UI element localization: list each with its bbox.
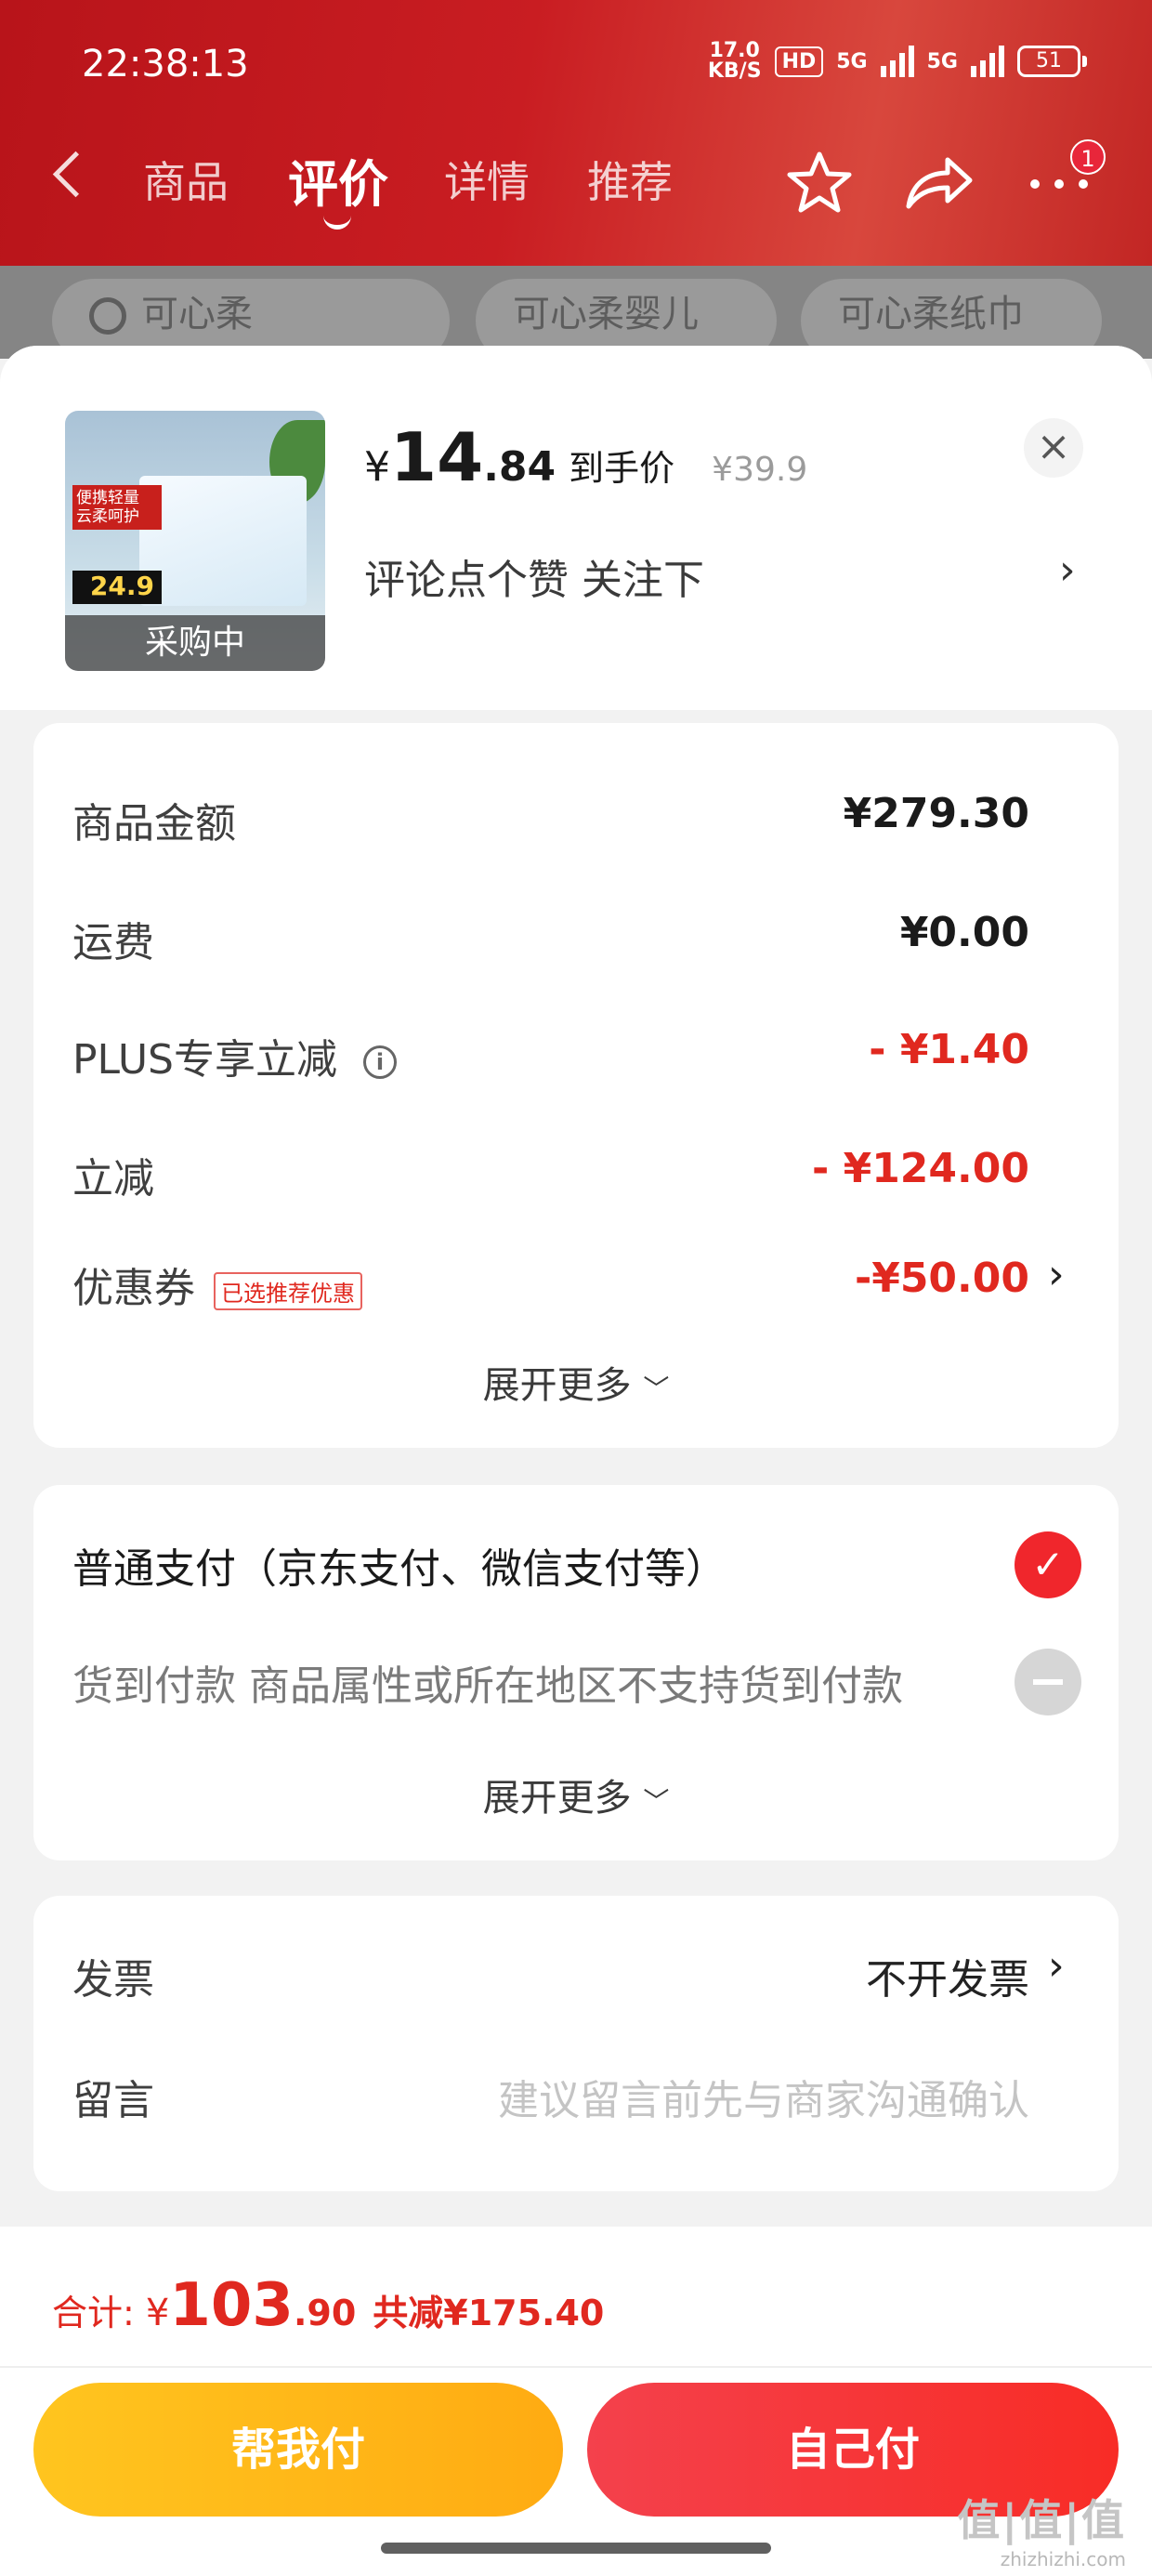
total-saved: 共减¥175.40	[373, 2293, 605, 2333]
chevron-down-icon: ﹀	[643, 1373, 670, 1404]
close-icon[interactable]: ×	[1024, 418, 1083, 478]
expand-more-button[interactable]: 展开更多 ﹀	[33, 1355, 1119, 1409]
info-icon[interactable]: i	[363, 1045, 397, 1079]
order-summary-card: 商品金额 ¥279.30 运费 ¥0.00 PLUS专享立减 i - ¥1.40 …	[33, 723, 1119, 1448]
original-price: ¥39.9	[712, 451, 808, 489]
share-icon[interactable]	[901, 149, 975, 216]
chevron-down-icon: ﹀	[643, 1786, 670, 1817]
network-speed: 17.0 KB/S	[707, 39, 762, 83]
payment-card: 普通支付（京东支付、微信支付等） ✓ 货到付款 商品属性或所在地区不支持货到付款…	[33, 1485, 1119, 1860]
tab-product[interactable]: 商品	[143, 149, 229, 210]
home-indicator[interactable]	[381, 2543, 771, 2554]
extras-card: 发票 不开发票 › 留言 建议留言前先与商家沟通确认	[33, 1896, 1119, 2191]
tab-reviews[interactable]: 评价	[288, 143, 388, 217]
help-pay-button[interactable]: 帮我付	[33, 2383, 563, 2517]
price-tag-label: 到手价	[569, 448, 675, 489]
chevron-right-icon[interactable]: ›	[1048, 1942, 1065, 1990]
row-invoice[interactable]: 发票 不开发票	[72, 1946, 1029, 2011]
product-header: 22:38:13 17.0 KB/S HD 5G 5G 51 商品 评价 详情 …	[0, 0, 1152, 266]
divider	[0, 2366, 1152, 2368]
product-package-image	[139, 476, 307, 606]
row-message[interactable]: 留言 建议留言前先与商家沟通确认	[72, 2067, 1029, 2132]
active-tab-indicator	[323, 210, 351, 230]
purchase-status: 采购中	[65, 615, 325, 671]
row-goods-amount: 商品金额 ¥279.30	[72, 790, 1029, 848]
row-plus-discount: PLUS专享立减 i - ¥1.40	[72, 1026, 1029, 1084]
watermark: 值|值|值 zhizhizhi.com	[957, 2495, 1126, 2570]
search-icon	[89, 297, 126, 335]
status-time: 22:38:13	[82, 43, 249, 85]
row-coupon[interactable]: 优惠券 已选推荐优惠 -¥50.00	[72, 1255, 1029, 1320]
payment-option-normal[interactable]: 普通支付（京东支付、微信支付等）	[72, 1535, 727, 1595]
favorite-star-icon[interactable]	[786, 149, 853, 216]
status-icons: 17.0 KB/S HD 5G 5G 51	[708, 41, 1087, 82]
top-nav: 商品 评价 详情 推荐	[0, 149, 1152, 230]
back-arrow-icon[interactable]	[52, 151, 99, 198]
final-price: ¥14.84 到手价 ¥39.9	[364, 418, 808, 496]
tab-recommend[interactable]: 推荐	[587, 149, 673, 210]
payment-option-cod: 货到付款 商品属性或所在地区不支持货到付款	[72, 1663, 903, 1710]
notification-badge: 1	[1070, 139, 1106, 175]
product-summary: 便携轻量 云柔呵护 24.9 采购中 ¥14.84 到手价 ¥39.9 × 评论点个…	[0, 346, 1152, 710]
signal-bars-icon	[880, 46, 914, 77]
chevron-right-icon[interactable]: ›	[1048, 1251, 1065, 1298]
signal-5g-icon: 5G	[836, 49, 868, 73]
product-thumbnail[interactable]: 便携轻量 云柔呵护 24.9 采购中	[65, 411, 325, 671]
checked-icon[interactable]: ✓	[1015, 1531, 1081, 1598]
checkout-footer: 合计: ¥103.90 共减¥175.40 帮我付 自己付 值|值|值 zhizh…	[0, 2227, 1152, 2576]
signal-5g-icon-2: 5G	[926, 49, 958, 73]
thumbnail-promo: 便携轻量 云柔呵护	[72, 485, 162, 530]
tab-details[interactable]: 详情	[444, 149, 530, 210]
message-input[interactable]: 建议留言前先与商家沟通确认	[498, 2067, 1029, 2126]
coupon-recommend-tag: 已选推荐优惠	[214, 1271, 362, 1310]
row-shipping: 运费 ¥0.00	[72, 909, 1029, 966]
battery-icon: 51	[1017, 46, 1087, 77]
row-instant-discount: 立减 - ¥124.00	[72, 1145, 1029, 1203]
order-total: 合计: ¥103.90 共减¥175.40	[52, 2271, 605, 2340]
signal-bars-icon-2	[971, 46, 1004, 77]
disabled-icon	[1015, 1649, 1081, 1715]
promo-text[interactable]: 评论点个赞 关注下	[364, 546, 704, 606]
hd-icon: HD	[774, 46, 824, 77]
chevron-right-icon[interactable]: ›	[1059, 546, 1076, 594]
thumbnail-price: 24.9	[72, 571, 162, 604]
payment-expand-button[interactable]: 展开更多 ﹀	[33, 1768, 1119, 1821]
